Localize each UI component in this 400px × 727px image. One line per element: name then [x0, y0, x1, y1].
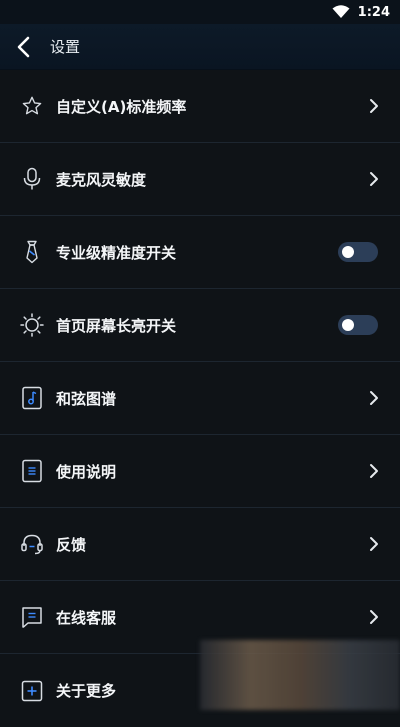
sun-icon [20, 313, 44, 337]
settings-item-pro-accuracy[interactable]: 专业级精准度开关 [0, 216, 400, 289]
blurred-overlay-image [200, 640, 400, 710]
wifi-icon [332, 5, 350, 18]
chevron-right-icon [370, 391, 378, 405]
chevron-right-icon [370, 99, 378, 113]
settings-item-label: 使用说明 [56, 462, 117, 481]
settings-item-label: 和弦图谱 [56, 389, 117, 408]
settings-item-label: 首页屏幕长亮开关 [56, 316, 177, 335]
chevron-right-icon [370, 464, 378, 478]
settings-item-chord-chart[interactable]: 和弦图谱 [0, 362, 400, 435]
settings-list: 自定义(A)标准频率 麦克风灵敏度 专业级精准度开关 首页屏幕长亮开关 和弦图谱 [0, 70, 400, 727]
settings-item-mic-sensitivity[interactable]: 麦克风灵敏度 [0, 143, 400, 216]
settings-item-feedback[interactable]: 反馈 [0, 508, 400, 581]
settings-item-label: 反馈 [56, 535, 87, 554]
chevron-right-icon [370, 610, 378, 624]
pro-accuracy-toggle[interactable] [338, 242, 378, 262]
screen-always-on-toggle[interactable] [338, 315, 378, 335]
tie-icon [20, 240, 44, 264]
toggle-knob [342, 246, 354, 258]
settings-item-screen-always-on[interactable]: 首页屏幕长亮开关 [0, 289, 400, 362]
document-icon [20, 459, 44, 483]
status-time: 1:24 [357, 4, 390, 20]
status-bar: 1:24 [0, 0, 400, 24]
chevron-right-icon [370, 537, 378, 551]
chat-icon [20, 605, 44, 629]
microphone-icon [20, 167, 44, 191]
settings-item-instructions[interactable]: 使用说明 [0, 435, 400, 508]
chevron-right-icon [370, 172, 378, 186]
settings-item-label: 自定义(A)标准频率 [56, 97, 187, 116]
header-bar: 设置 [0, 24, 400, 70]
headset-icon [20, 532, 44, 556]
settings-item-custom-frequency[interactable]: 自定义(A)标准频率 [0, 70, 400, 143]
settings-item-label: 在线客服 [56, 608, 117, 627]
settings-item-label: 专业级精准度开关 [56, 243, 177, 262]
star-icon [20, 94, 44, 118]
settings-item-label: 麦克风灵敏度 [56, 170, 147, 189]
music-note-icon [20, 386, 44, 410]
back-arrow-icon[interactable] [14, 36, 34, 58]
toggle-knob [342, 319, 354, 331]
plus-box-icon [20, 679, 44, 703]
page-title: 设置 [50, 38, 81, 56]
